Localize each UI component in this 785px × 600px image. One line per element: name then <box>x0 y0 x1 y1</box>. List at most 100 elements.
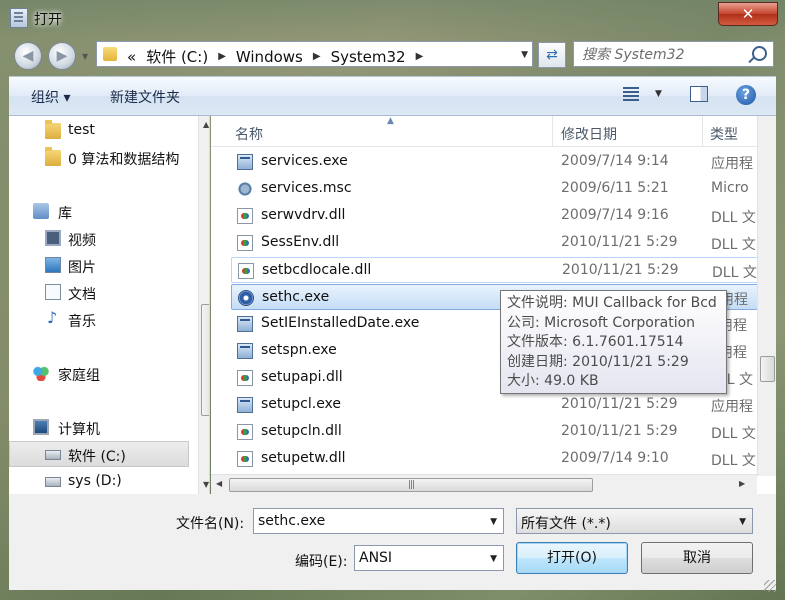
nav-item-homegroup[interactable]: 家庭组 <box>9 360 189 386</box>
file-type: DLL 文 <box>711 210 756 226</box>
breadcrumb-overflow[interactable]: « <box>127 48 136 66</box>
file-list-horizontal-scrollbar[interactable]: ◀ ||| ▶ <box>211 474 757 494</box>
breadcrumb-drive-c[interactable]: 软件 (C:) <box>146 46 208 67</box>
address-bar[interactable]: « 软件 (C:) ▶ Windows ▶ System32 ▶ ▼ <box>96 41 533 67</box>
search-box[interactable] <box>573 41 774 67</box>
dll-icon <box>237 370 253 386</box>
folder-icon <box>45 147 61 166</box>
column-divider[interactable] <box>702 116 703 146</box>
nav-item-drive-c[interactable]: 软件 (C:) <box>9 441 189 467</box>
file-name: setupcln.dll <box>261 423 342 439</box>
file-name: setupetw.dll <box>261 450 346 466</box>
column-header: ▲ 名称 修改日期 类型 <box>211 116 776 147</box>
preview-pane-icon[interactable] <box>690 86 708 102</box>
navigation-pane: test 0 算法和数据结构 库 视频 图片 文档 音乐 家庭组 <box>9 116 210 494</box>
refresh-button[interactable]: ⇄ <box>538 42 566 68</box>
file-list-vertical-scrollbar[interactable] <box>757 116 776 476</box>
column-divider[interactable] <box>552 116 553 146</box>
nav-item-test[interactable]: test <box>9 117 189 143</box>
address-dropdown-icon[interactable]: ▼ <box>521 50 528 60</box>
nav-item-label: 音乐 <box>68 314 96 330</box>
tooltip-version: 文件版本: 6.1.7601.17514 <box>507 334 684 350</box>
filename-value[interactable]: sethc.exe <box>258 513 325 529</box>
views-dropdown-icon[interactable]: ▼ <box>655 89 662 99</box>
msc-icon <box>237 181 253 197</box>
file-type: DLL 文 <box>711 237 756 253</box>
help-icon[interactable]: ? <box>736 85 756 105</box>
video-icon <box>45 230 61 246</box>
nav-item-pictures[interactable]: 图片 <box>9 252 189 278</box>
nav-item-label: 文档 <box>68 287 96 303</box>
resize-grip[interactable] <box>764 580 776 592</box>
nav-item-library[interactable]: 库 <box>9 198 189 224</box>
file-name: services.msc <box>261 180 352 196</box>
file-row[interactable]: SessEnv.dll 2010/11/21 5:29 DLL 文 <box>231 230 761 256</box>
nav-item-music[interactable]: 音乐 <box>9 306 189 332</box>
scroll-right-icon[interactable]: ▶ <box>739 479 745 488</box>
exe-icon <box>237 343 253 359</box>
scroll-thumb[interactable] <box>201 304 209 416</box>
file-date: 2010/11/21 5:29 <box>561 396 678 412</box>
file-row[interactable]: services.exe 2009/7/14 9:14 应用程 <box>231 149 761 175</box>
close-button[interactable]: ✕ <box>718 2 778 26</box>
forward-button[interactable] <box>48 42 76 70</box>
chevron-right-icon[interactable]: ▶ <box>416 51 424 62</box>
nav-scrollbar[interactable]: ▲ ▼ <box>198 116 209 494</box>
column-date[interactable]: 修改日期 <box>561 124 617 144</box>
file-row[interactable]: setupcl.exe 2010/11/21 5:29 应用程 <box>231 392 761 418</box>
file-row[interactable]: serwvdrv.dll 2009/7/14 9:16 DLL 文 <box>231 203 761 229</box>
filename-combobox[interactable]: sethc.exe ▼ <box>253 508 504 534</box>
scroll-thumb[interactable]: ||| <box>229 478 593 492</box>
file-row[interactable]: setupcln.dll 2010/11/21 5:29 DLL 文 <box>231 419 761 445</box>
cancel-button[interactable]: 取消 <box>641 542 753 574</box>
scroll-down-icon[interactable]: ▼ <box>203 480 209 489</box>
open-button[interactable]: 打开(O) <box>516 542 628 574</box>
nav-item-label: 图片 <box>68 260 96 276</box>
file-row[interactable]: setupetw.dll 2009/7/14 9:10 DLL 文 <box>231 446 761 472</box>
search-input[interactable] <box>580 45 749 65</box>
column-name[interactable]: 名称 <box>235 124 263 144</box>
nav-item-computer[interactable]: 计算机 <box>9 414 189 440</box>
search-icon[interactable] <box>752 46 767 61</box>
chevron-right-icon[interactable]: ▶ <box>313 51 321 62</box>
file-type-filter[interactable]: 所有文件 (*.*) ▼ <box>516 508 753 534</box>
exe-icon <box>237 397 253 413</box>
file-row[interactable]: services.msc 2009/6/11 5:21 Micro <box>231 176 761 202</box>
sort-ascending-icon: ▲ <box>387 116 394 126</box>
breadcrumb: « 软件 (C:) ▶ Windows ▶ System32 ▶ <box>127 46 433 67</box>
exe-icon <box>237 154 253 170</box>
column-type[interactable]: 类型 <box>710 124 738 144</box>
chevron-right-icon[interactable]: ▶ <box>218 51 226 62</box>
nav-item-documents[interactable]: 文档 <box>9 279 189 305</box>
scroll-left-icon[interactable]: ◀ <box>216 479 222 488</box>
chevron-down-icon[interactable]: ▼ <box>739 517 746 527</box>
file-type: 应用程 <box>711 399 753 415</box>
nav-item-label: 视频 <box>68 233 96 249</box>
views-icon[interactable] <box>623 87 639 101</box>
nav-item-drive-d[interactable]: sys (D:) <box>9 468 189 494</box>
file-name: SessEnv.dll <box>261 234 340 250</box>
new-folder-button[interactable]: 新建文件夹 <box>110 87 180 107</box>
organize-button[interactable]: 组织 ▾ <box>31 87 70 107</box>
file-info-tooltip: 文件说明: MUI Callback for Bcd 公司: Microsoft… <box>500 290 727 394</box>
back-button[interactable] <box>14 42 42 70</box>
scroll-up-icon[interactable]: ▲ <box>203 120 209 129</box>
breadcrumb-system32[interactable]: System32 <box>331 48 406 66</box>
breadcrumb-windows[interactable]: Windows <box>236 48 303 66</box>
scroll-thumb[interactable] <box>760 356 775 382</box>
dll-icon <box>238 263 254 279</box>
nav-item-videos[interactable]: 视频 <box>9 225 189 251</box>
tooltip-company: 公司: Microsoft Corporation <box>507 314 696 331</box>
file-date: 2010/11/21 5:29 <box>561 234 678 250</box>
drive-icon <box>45 450 61 460</box>
recent-locations-dropdown[interactable]: ▼ <box>82 52 88 61</box>
nav-item-algorithms[interactable]: 0 算法和数据结构 <box>9 144 189 170</box>
file-date: 2009/7/14 9:10 <box>561 450 669 466</box>
chevron-down-icon[interactable]: ▼ <box>490 554 497 564</box>
file-row[interactable]: setbcdlocale.dll 2010/11/21 5:29 DLL 文 <box>231 257 761 283</box>
drive-icon <box>45 477 61 487</box>
encoding-select[interactable]: ANSI ▼ <box>354 545 504 571</box>
file-type: DLL 文 <box>711 453 756 469</box>
chevron-down-icon[interactable]: ▼ <box>490 517 497 527</box>
filename-label: 文件名(N): <box>176 516 245 532</box>
